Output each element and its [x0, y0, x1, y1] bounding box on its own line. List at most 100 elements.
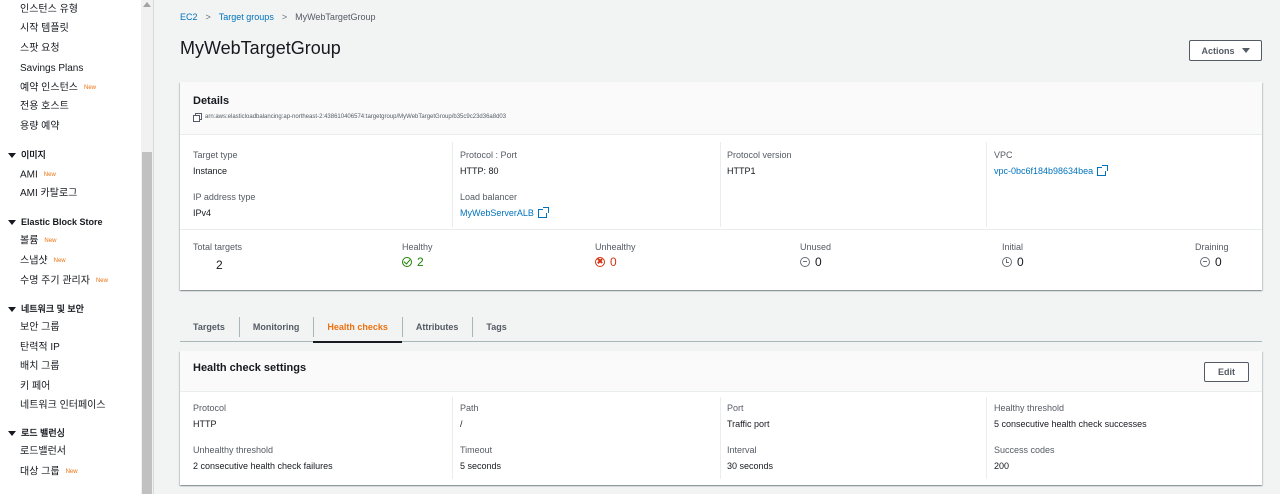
- hc-port-value: Traffic port: [727, 419, 770, 429]
- sidebar-item-instance-types[interactable]: 인스턴스 유형: [20, 3, 78, 17]
- new-badge: New: [44, 238, 57, 244]
- stat-unused-value: 0: [800, 255, 831, 269]
- sidebar-item-launch-templates[interactable]: 시작 템플릿: [20, 22, 69, 36]
- sidebar-section-images[interactable]: 이미지: [8, 148, 46, 162]
- sidebar-item-ami-catalog[interactable]: AMI 카탈로그: [20, 187, 77, 201]
- stat-unhealthy-value: 0: [595, 255, 636, 269]
- sidebar-section-label: 네트워크 및 보안: [21, 304, 84, 314]
- tab-targets[interactable]: Targets: [180, 312, 239, 342]
- breadcrumb-target-groups[interactable]: Target groups: [219, 12, 274, 22]
- hc-healthy-threshold-value: 5 consecutive health check successes: [994, 419, 1147, 429]
- sidebar-item-label: 용량 예약: [20, 121, 60, 132]
- sidebar-item-elastic-ips[interactable]: 탄력적 IP: [20, 341, 60, 355]
- sidebar-nav: 인스턴스 유형 시작 템플릿 스팟 요청 Savings Plans 예약 인스…: [0, 0, 154, 494]
- hc-interval-value: 30 seconds: [727, 461, 774, 471]
- protocol-version-key: Protocol version: [727, 150, 792, 160]
- sidebar-item-lifecycle-manager[interactable]: 수명 주기 관리자 New: [20, 274, 108, 288]
- arn-row: arn:aws:elasticloadbalancing:ap-northeas…: [193, 113, 506, 122]
- protocol-version-value: HTTP1: [727, 166, 756, 176]
- sidebar-item-label: AMI 카탈로그: [20, 188, 78, 199]
- sidebar-item-ami[interactable]: AMI New: [20, 168, 56, 182]
- scroll-up-arrow-icon[interactable]: [143, 2, 151, 7]
- healthy-count: 2: [417, 255, 424, 269]
- hc-interval: Interval 30 seconds: [727, 445, 773, 471]
- sidebar-item-key-pairs[interactable]: 키 페어: [20, 380, 50, 394]
- stat-unhealthy: Unhealthy 0: [595, 242, 636, 269]
- tab-tags[interactable]: Tags: [472, 312, 520, 342]
- health-check-title: Health check settings: [193, 362, 307, 374]
- hc-port-key: Port: [727, 403, 744, 413]
- hc-interval-key: Interval: [727, 445, 757, 455]
- hc-protocol-key: Protocol: [193, 403, 227, 413]
- sidebar-section-load-balancing[interactable]: 로드 밸런싱: [8, 426, 65, 440]
- stat-initial-value: 0: [1002, 255, 1024, 269]
- hc-protocol-value: HTTP: [193, 419, 217, 429]
- sidebar-item-label: 볼륨: [20, 235, 39, 247]
- tab-health-checks[interactable]: Health checks: [313, 312, 402, 343]
- sidebar-item-reserved-instances[interactable]: 예약 인스턴스 New: [20, 81, 96, 95]
- check-circle-icon: [402, 257, 412, 267]
- stat-initial: Initial 0: [1002, 242, 1024, 269]
- new-badge: New: [53, 258, 66, 264]
- sidebar-item-load-balancers[interactable]: 로드밸런서: [20, 445, 66, 459]
- new-badge: New: [65, 469, 78, 475]
- protocol-port-key: Protocol : Port: [460, 150, 518, 160]
- stat-healthy: Healthy 2: [402, 242, 433, 269]
- divider: [720, 397, 721, 479]
- external-link-icon[interactable]: [537, 206, 549, 218]
- sidebar-scrollbar[interactable]: [141, 0, 153, 494]
- stat-total-targets: Total targets 2: [193, 242, 242, 272]
- stat-healthy-value: 2: [402, 255, 433, 269]
- tab-attributes[interactable]: Attributes: [401, 312, 473, 342]
- new-badge: New: [95, 278, 108, 284]
- ip-type-value: IPv4: [193, 208, 212, 218]
- load-balancer-link[interactable]: MyWebServerALB: [460, 208, 534, 218]
- sidebar-item-placement-groups[interactable]: 배치 그룹: [20, 360, 60, 374]
- minus-circle-icon: [800, 257, 810, 267]
- external-link-icon[interactable]: [1097, 164, 1109, 176]
- sidebar-item-label: 전용 호스트: [20, 101, 69, 112]
- scrollbar-thumb[interactable]: [142, 152, 152, 494]
- hc-success-codes-key: Success codes: [994, 445, 1055, 455]
- copy-icon[interactable]: [193, 113, 202, 122]
- sidebar-item-capacity-reservations[interactable]: 용량 예약: [20, 120, 60, 134]
- sidebar-item-label: 네트워크 인터페이스: [20, 400, 106, 411]
- chevron-right-icon: >: [281, 12, 288, 22]
- hc-path-key: Path: [460, 403, 479, 413]
- sidebar-item-target-groups[interactable]: 대상 그룹 New: [20, 465, 78, 479]
- sidebar-item-dedicated-hosts[interactable]: 전용 호스트: [20, 100, 69, 114]
- stat-initial-key: Initial: [1002, 242, 1024, 252]
- breadcrumb-ec2[interactable]: EC2: [180, 12, 198, 22]
- sidebar-item-snapshots[interactable]: 스냅샷 New: [20, 254, 66, 268]
- vpc-link[interactable]: vpc-0bc6f184b98634bea: [994, 166, 1093, 176]
- divider: [452, 397, 453, 479]
- sidebar-item-volumes[interactable]: 볼륨 New: [20, 234, 56, 248]
- health-check-panel: Health check settings Edit Protocol HTTP…: [180, 351, 1262, 485]
- sidebar-item-savings-plans[interactable]: Savings Plans: [20, 62, 83, 76]
- tab-bar: Targets Monitoring Health checks Attribu…: [180, 312, 1262, 343]
- caret-down-icon: [1241, 48, 1250, 53]
- sidebar-item-network-interfaces[interactable]: 네트워크 인터페이스: [20, 399, 106, 413]
- hc-port: Port Traffic port: [727, 403, 770, 429]
- sidebar-item-label: AMI: [20, 169, 38, 181]
- actions-button-label: Actions: [1201, 45, 1235, 56]
- stat-unhealthy-key: Unhealthy: [595, 242, 636, 252]
- sidebar-section-ebs[interactable]: Elastic Block Store: [8, 215, 103, 229]
- divider: [720, 142, 721, 227]
- sidebar-item-security-groups[interactable]: 보안 그룹: [20, 321, 60, 335]
- hc-unhealthy-threshold: Unhealthy threshold 2 consecutive health…: [193, 445, 333, 471]
- lb-key: Load balancer: [460, 192, 518, 202]
- tab-monitoring[interactable]: Monitoring: [238, 312, 314, 342]
- sidebar-item-label: 스냅샷: [20, 255, 48, 267]
- sidebar-section-network[interactable]: 네트워크 및 보안: [8, 302, 84, 316]
- hc-path: Path /: [460, 403, 479, 429]
- error-circle-icon: [595, 257, 605, 267]
- sidebar-section-label: 이미지: [21, 150, 46, 160]
- actions-button[interactable]: Actions: [1189, 40, 1262, 61]
- target-type-key: Target type: [193, 150, 238, 160]
- edit-button[interactable]: Edit: [1204, 362, 1249, 382]
- total-count: 2: [216, 258, 223, 272]
- sidebar-item-spot-requests[interactable]: 스팟 요청: [20, 42, 60, 56]
- new-badge: New: [43, 172, 56, 178]
- sidebar-item-label: 인스턴스 유형: [20, 4, 78, 15]
